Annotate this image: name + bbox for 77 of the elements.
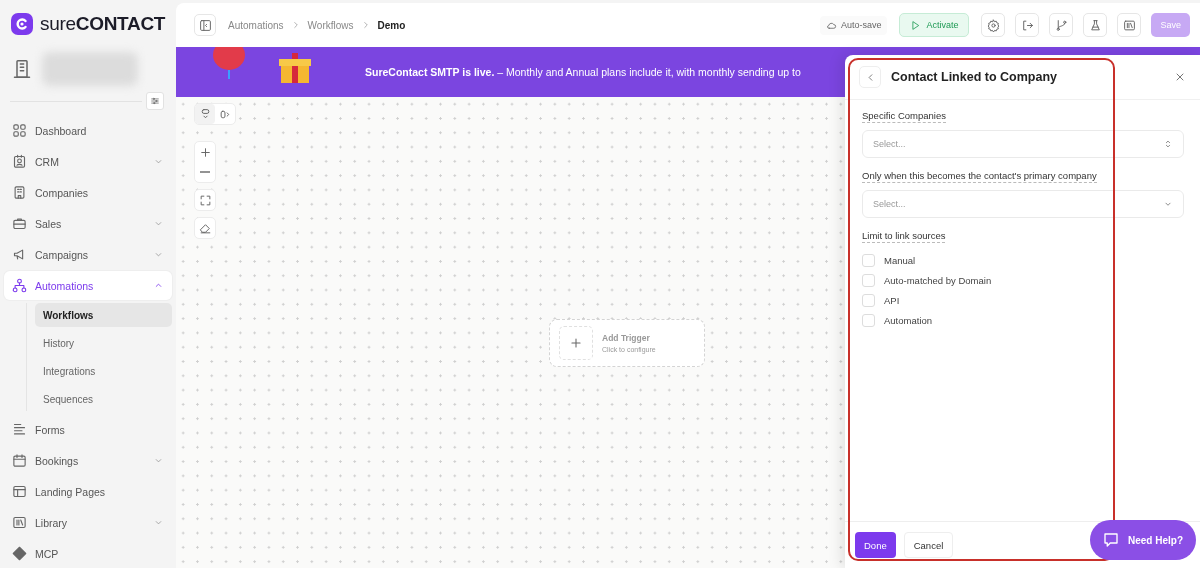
banner-message: SureContact SMTP is live. – Monthly and Annual plans include it, with monthly sending up to bbox=[365, 66, 801, 78]
sidebar-toggle-button[interactable] bbox=[194, 14, 216, 36]
panel-icon bbox=[198, 18, 212, 32]
checkbox[interactable] bbox=[862, 273, 875, 287]
vertical-layout-button[interactable] bbox=[195, 104, 215, 124]
balloon-icon bbox=[212, 47, 246, 79]
library-icon bbox=[1123, 18, 1136, 32]
diamond-icon bbox=[12, 546, 27, 561]
sidebar-item[interactable]: Campaigns bbox=[4, 240, 172, 269]
export-button[interactable] bbox=[1015, 13, 1040, 37]
sidebar-subitem[interactable]: Workflows bbox=[35, 303, 172, 327]
logs-button[interactable] bbox=[1117, 13, 1142, 37]
checkbox-label[interactable]: Auto-matched by Domain bbox=[884, 274, 992, 286]
close-button[interactable] bbox=[1174, 71, 1186, 83]
test-button[interactable] bbox=[1083, 13, 1108, 37]
checkbox-label[interactable]: API bbox=[884, 294, 900, 306]
exit-arrow-icon bbox=[1021, 18, 1034, 32]
sort-icon bbox=[1163, 139, 1173, 149]
sidebar-subitem[interactable]: History bbox=[35, 331, 172, 355]
calendar-icon bbox=[12, 453, 27, 468]
sidebar-item[interactable]: Landing Pages bbox=[4, 477, 172, 506]
building-icon bbox=[12, 59, 32, 80]
chat-icon bbox=[1102, 531, 1120, 549]
layout-icon bbox=[12, 484, 27, 499]
checkbox[interactable] bbox=[862, 253, 875, 267]
sidebar-subitem[interactable]: Integrations bbox=[35, 359, 172, 383]
fullscreen-icon bbox=[198, 193, 212, 207]
help-button[interactable]: Need Help? bbox=[1090, 520, 1196, 560]
cancel-button[interactable]: Cancel bbox=[903, 532, 954, 558]
sidebar-item[interactable]: Dashboard bbox=[4, 116, 172, 145]
eraser-icon bbox=[198, 221, 212, 235]
sidebar-item[interactable]: Companies bbox=[4, 178, 172, 207]
field-label: Limit to link sources bbox=[862, 230, 946, 243]
settings-button[interactable] bbox=[981, 13, 1006, 37]
sidebar-item[interactable]: MCP bbox=[4, 539, 172, 568]
sidebar-item[interactable]: Bookings bbox=[4, 446, 172, 475]
breadcrumb[interactable]: Automations bbox=[228, 19, 284, 31]
branch-button[interactable] bbox=[1049, 13, 1074, 37]
checkbox-label[interactable]: Automation bbox=[884, 314, 933, 326]
contact-card-icon bbox=[12, 154, 27, 169]
settings-icon bbox=[987, 18, 1000, 32]
logo-icon bbox=[10, 12, 34, 37]
library-icon bbox=[12, 515, 27, 530]
sliders-icon bbox=[150, 96, 160, 106]
sidebar-item[interactable]: Automations bbox=[4, 271, 172, 300]
grid-icon bbox=[12, 123, 27, 138]
field-label: Specific Companies bbox=[862, 110, 946, 123]
flask-icon bbox=[1089, 18, 1102, 32]
plus-icon bbox=[569, 336, 583, 350]
sidebar-item[interactable]: CRM bbox=[4, 147, 172, 176]
sidebar-item[interactable]: Forms bbox=[4, 415, 172, 444]
breadcrumb[interactable]: Workflows bbox=[307, 19, 354, 31]
plus-icon bbox=[198, 145, 212, 159]
briefcase-icon bbox=[12, 216, 27, 231]
breadcrumb: Demo bbox=[377, 19, 406, 31]
filter-icon[interactable] bbox=[146, 92, 164, 110]
autosave-status: Auto-save bbox=[819, 15, 888, 35]
field-label: Only when this becomes the contact's primary company bbox=[862, 170, 1097, 183]
checkbox[interactable] bbox=[862, 293, 875, 307]
activate-button[interactable]: Activate bbox=[899, 13, 970, 37]
sidebar-subitem[interactable]: Sequences bbox=[35, 387, 172, 411]
play-icon bbox=[910, 19, 922, 31]
done-button[interactable]: Done bbox=[855, 532, 896, 558]
gift-icon bbox=[278, 53, 312, 83]
sidebar-item[interactable]: Sales bbox=[4, 209, 172, 238]
sidebar-item[interactable]: Library bbox=[4, 508, 172, 537]
close-icon bbox=[1174, 71, 1186, 83]
checkbox[interactable] bbox=[862, 313, 875, 327]
branch-icon bbox=[1055, 18, 1068, 32]
hierarchy-icon bbox=[12, 278, 27, 293]
building-icon bbox=[12, 185, 27, 200]
panel-title: Contact Linked to Company bbox=[891, 70, 1058, 84]
brand-logo: sureCONTACT bbox=[40, 13, 166, 36]
form-icon bbox=[12, 422, 27, 437]
minus-icon bbox=[200, 171, 210, 173]
trigger-title: Add Trigger bbox=[602, 333, 651, 343]
checkbox-label[interactable]: Manual bbox=[884, 254, 916, 266]
